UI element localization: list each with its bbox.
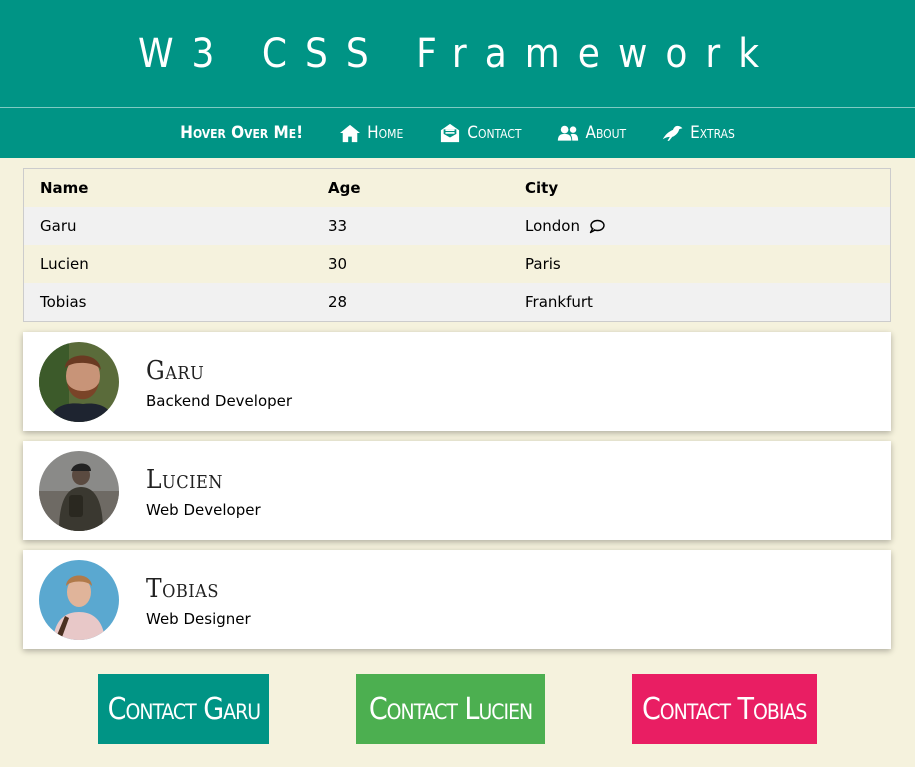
- nav-item-extras[interactable]: Extras: [662, 123, 735, 143]
- avatar: [39, 450, 119, 531]
- home-icon: [340, 124, 361, 143]
- nav-bar: Hover Over Me! Home Contact About Extras: [0, 108, 915, 158]
- cell-age: 33: [328, 217, 348, 235]
- nav-item-home[interactable]: Home: [339, 123, 403, 143]
- cell-name: Tobias: [40, 293, 87, 311]
- nav-item-label: Extras: [690, 123, 735, 143]
- cell-name: Garu: [40, 217, 77, 235]
- contact-garu-button[interactable]: Contact Garu: [98, 674, 270, 744]
- nav-item-contact[interactable]: Contact: [439, 123, 521, 143]
- cell-city: Paris: [525, 255, 561, 273]
- table-row: Tobias 28 Frankfurt: [24, 283, 890, 321]
- page-header: W3 CSS Framework: [0, 0, 915, 108]
- people-table: Name Age City Garu 33 London Lucien 30 P…: [23, 168, 891, 322]
- avatar: [39, 341, 119, 422]
- column-header-name: Name: [40, 179, 89, 197]
- column-header-city: City: [525, 179, 559, 197]
- column-header-age: Age: [328, 179, 361, 197]
- card-role: Backend Developer: [146, 391, 293, 410]
- cell-city-text: London: [525, 217, 580, 235]
- person-card: Lucien Web Developer: [23, 441, 891, 540]
- nav-item-label: About: [585, 123, 627, 143]
- card-name: Tobias: [146, 573, 219, 604]
- cell-name: Lucien: [40, 255, 89, 273]
- card-role: Web Designer: [146, 609, 251, 628]
- table-header-row: Name Age City: [24, 169, 890, 207]
- comment-icon[interactable]: [589, 219, 605, 234]
- card-role: Web Developer: [146, 500, 261, 519]
- contact-buttons: Contact Garu Contact Lucien Contact Tobi…: [0, 674, 915, 744]
- cell-city: London: [509, 207, 890, 245]
- table-row: Lucien 30 Paris: [24, 245, 890, 283]
- cell-city: Frankfurt: [525, 293, 593, 311]
- contact-lucien-button[interactable]: Contact Lucien: [355, 674, 545, 744]
- cell-age: 28: [328, 293, 348, 311]
- nav-item-label: Hover Over Me!: [180, 123, 304, 143]
- users-icon: [558, 125, 579, 141]
- crow-icon: [662, 125, 683, 141]
- page-title: W3 CSS Framework: [137, 30, 778, 77]
- person-card: Tobias Web Designer: [23, 550, 891, 649]
- nav-item-label: Contact: [467, 123, 522, 143]
- nav-item-label: Home: [367, 123, 404, 143]
- avatar: [39, 559, 119, 640]
- person-card: Garu Backend Developer: [23, 332, 891, 431]
- cell-age: 30: [328, 255, 348, 273]
- envelope-open-icon: [441, 123, 460, 143]
- card-name: Garu: [146, 355, 205, 386]
- nav-hover-dropdown[interactable]: Hover Over Me!: [180, 123, 303, 143]
- table-row: Garu 33 London: [24, 207, 890, 245]
- contact-tobias-button[interactable]: Contact Tobias: [631, 674, 817, 744]
- card-name: Lucien: [146, 464, 223, 495]
- nav-item-about[interactable]: About: [557, 123, 626, 143]
